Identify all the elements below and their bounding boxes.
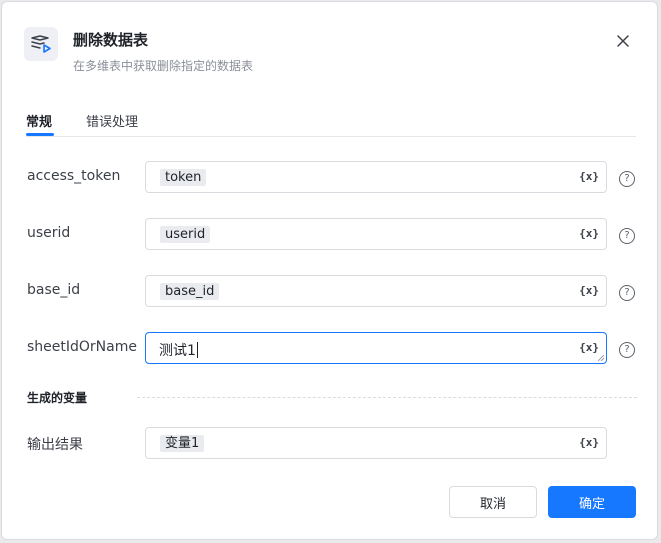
confirm-button[interactable]: 确定 [548, 486, 636, 518]
insert-variable-button[interactable]: {x} [579, 227, 599, 240]
insert-variable-button[interactable]: {x} [579, 341, 599, 354]
access-token-input[interactable]: token {x} [145, 161, 607, 193]
help-icon[interactable]: ? [619, 285, 635, 301]
insert-variable-button[interactable]: {x} [579, 436, 599, 449]
variable-tag: userid [160, 226, 211, 243]
tab-error-handling[interactable]: 错误处理 [86, 111, 138, 130]
text-caret [196, 342, 198, 358]
dialog-title: 删除数据表 [73, 31, 149, 49]
help-icon[interactable]: ? [619, 171, 635, 187]
variable-tag: token [160, 169, 207, 186]
output-section-title: 生成的变量 [27, 391, 88, 405]
sheet-id-or-name-input[interactable]: 测试1 {x} [145, 332, 607, 364]
output-variable-input[interactable]: 变量1 {x} [145, 427, 607, 459]
base-id-input[interactable]: base_id {x} [145, 275, 607, 307]
insert-variable-button[interactable]: {x} [579, 170, 599, 183]
base-id-label: base_id [27, 282, 81, 298]
variable-tag: base_id [160, 283, 220, 300]
tab-general[interactable]: 常规 [26, 111, 52, 130]
userid-input[interactable]: userid {x} [145, 218, 607, 250]
access-token-label: access_token [27, 168, 121, 184]
input-value: 测试1 [159, 342, 198, 359]
insert-variable-button[interactable]: {x} [579, 284, 599, 297]
userid-label: userid [27, 225, 71, 241]
tab-bar: 常规 错误处理 [26, 109, 636, 137]
dialog-subtitle: 在多维表中获取删除指定的数据表 [73, 59, 254, 73]
cancel-button[interactable]: 取消 [449, 486, 537, 518]
resize-handle-icon[interactable] [598, 355, 604, 361]
close-icon[interactable] [614, 32, 632, 50]
delete-table-dialog: 删除数据表 在多维表中获取删除指定的数据表 常规 错误处理 access_tok… [1, 1, 658, 540]
variable-tag: 变量1 [160, 435, 205, 452]
output-result-label: 输出结果 [27, 437, 83, 453]
section-divider [137, 397, 637, 398]
help-icon[interactable]: ? [619, 342, 635, 358]
table-delete-icon [24, 27, 58, 61]
help-icon[interactable]: ? [619, 228, 635, 244]
active-tab-indicator [26, 133, 54, 136]
sheet-id-or-name-label: sheetIdOrName [27, 339, 137, 355]
